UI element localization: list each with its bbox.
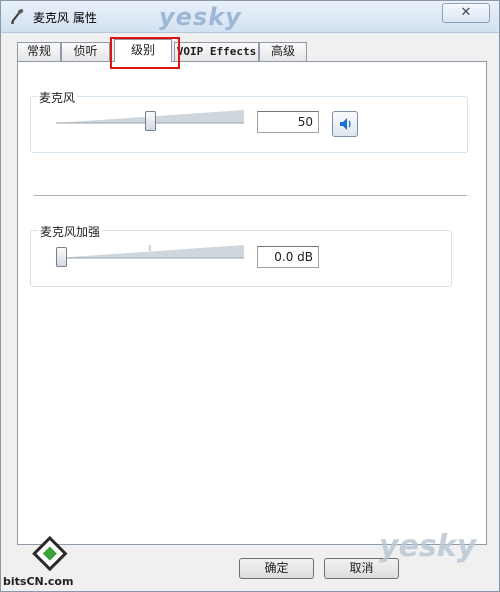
speaker-icon	[340, 118, 351, 130]
microphone-group	[30, 96, 468, 153]
section-divider	[34, 195, 467, 196]
window-title: 麦克风 属性	[33, 11, 97, 25]
tab-listen[interactable]: 侦听	[61, 42, 110, 61]
boost-slider-track[interactable]	[56, 245, 244, 259]
tab-advanced[interactable]: 高级	[259, 42, 307, 61]
microphone-slider-thumb[interactable]	[144, 111, 156, 131]
title-bar[interactable]: 麦克风 属性 yesky ✕	[1, 1, 499, 33]
close-icon: ✕	[460, 5, 472, 20]
levels-panel: 麦克风 50 麦克风加强 0.0 dB	[17, 61, 487, 545]
ok-button[interactable]: 确定	[239, 558, 314, 579]
properties-window: 麦克风 属性 yesky ✕ 常规 侦听 级别 VOIP Effects 高级 …	[0, 0, 500, 592]
tab-strip: 常规 侦听 级别 VOIP Effects 高级	[17, 39, 487, 62]
annotation-highlight-box	[110, 37, 180, 69]
watermark-bottom: yesky	[379, 529, 477, 564]
microphone-icon	[11, 9, 24, 24]
bitscn-logo-text: bitsCN.com	[3, 575, 74, 588]
microphone-boost-label: 麦克风加强	[38, 223, 103, 240]
tab-general[interactable]: 常规	[17, 42, 61, 61]
microphone-value-field[interactable]: 50	[257, 111, 319, 133]
tab-voip-effects[interactable]: VOIP Effects	[174, 42, 259, 61]
boost-value-field[interactable]: 0.0 dB	[257, 246, 319, 268]
close-button[interactable]: ✕	[442, 3, 490, 23]
watermark-logo: yesky	[159, 3, 242, 31]
mute-toggle-button[interactable]	[332, 111, 358, 137]
boost-slider-thumb[interactable]	[56, 247, 67, 267]
microphone-label: 麦克风	[37, 89, 78, 106]
